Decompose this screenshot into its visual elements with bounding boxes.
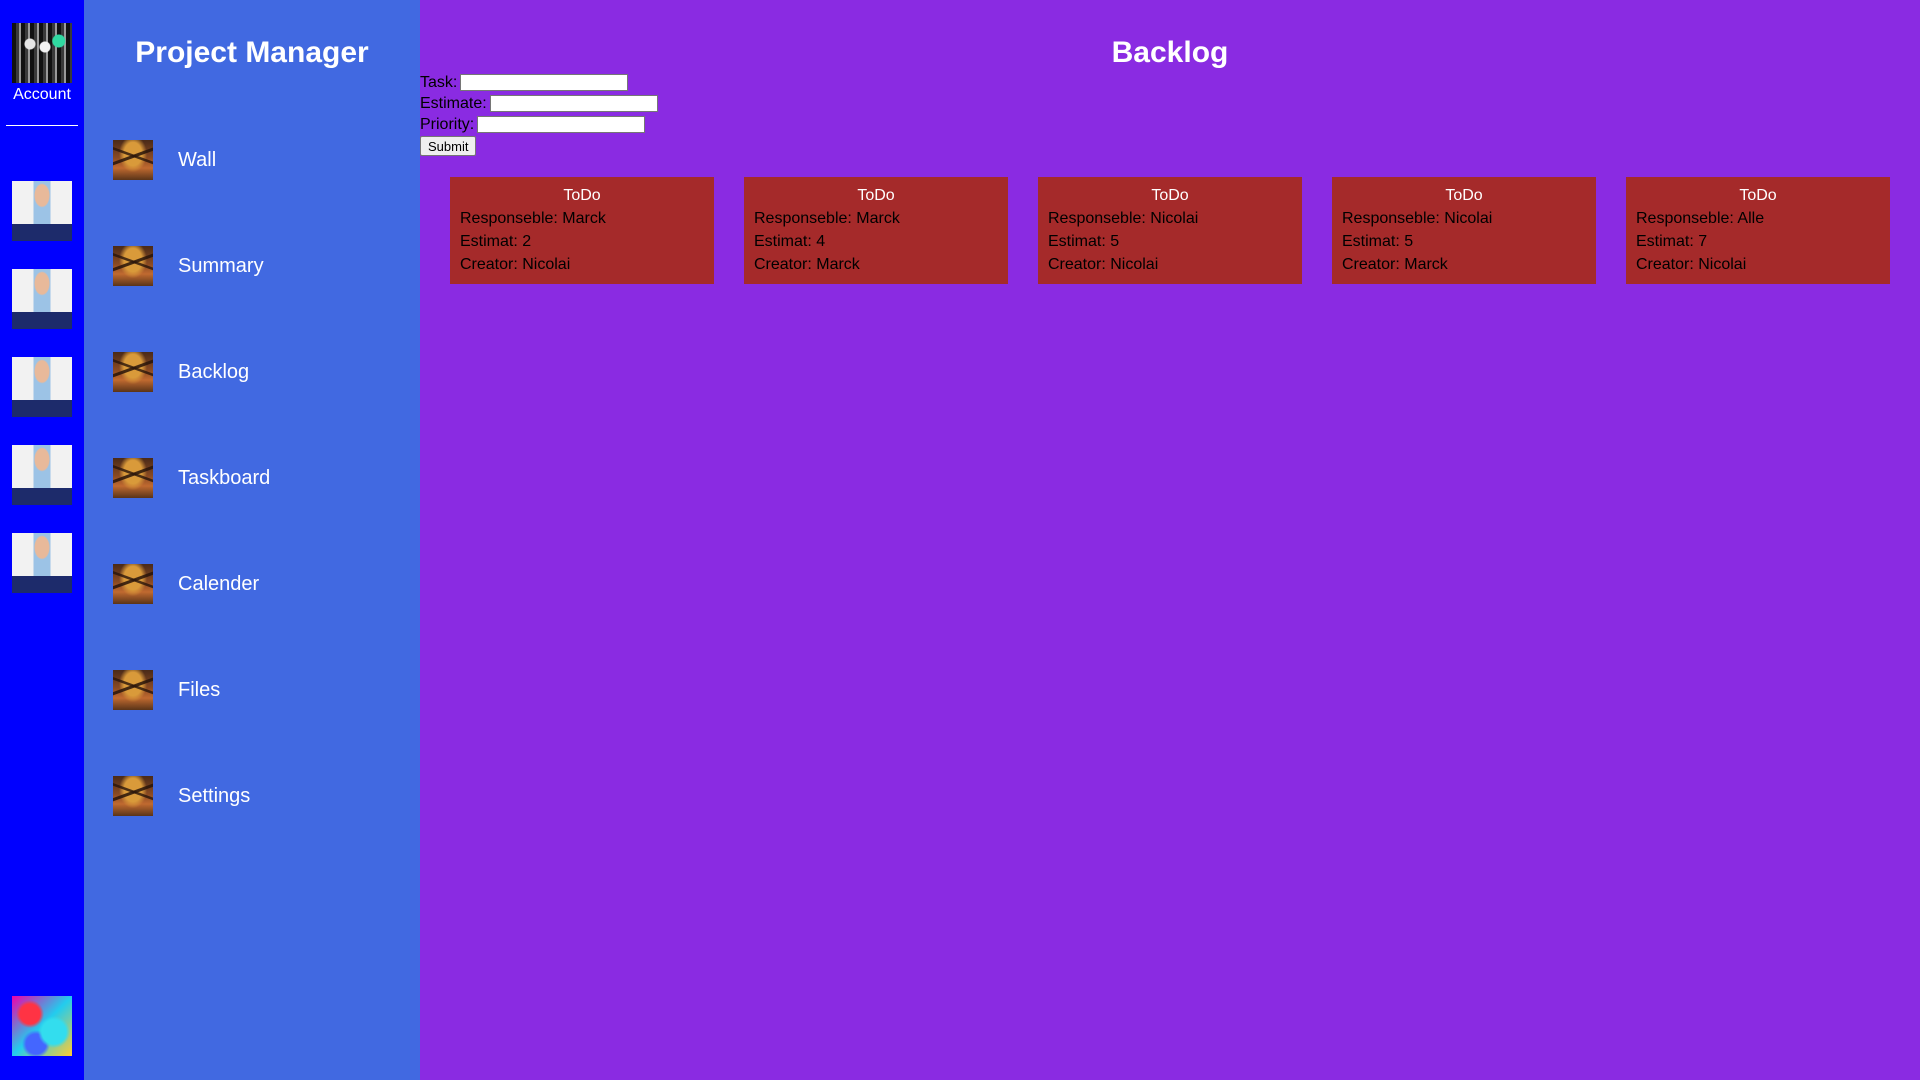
card-status: ToDo xyxy=(563,187,601,204)
priority-input[interactable] xyxy=(477,116,646,133)
autumn-tree-icon xyxy=(113,140,153,180)
card-responsible: Responseble: Marck xyxy=(754,210,900,227)
autumn-tree-icon xyxy=(113,670,153,710)
card-responsible: Responseble: Marck xyxy=(460,210,606,227)
add-task-form: Task: Estimate: Priority: Submit xyxy=(420,72,658,156)
card-creator: Creator: Marck xyxy=(754,256,860,273)
app-root: Account Project Manager Wall Summary Bac… xyxy=(0,0,1920,1080)
sidebar-item-label: Wall xyxy=(178,148,217,171)
team-member-avatar[interactable] xyxy=(12,181,72,241)
priority-label: Priority: xyxy=(420,115,475,133)
account-label[interactable]: Account xyxy=(0,86,84,104)
card-creator: Creator: Nicolai xyxy=(460,256,571,273)
sidebar-item-summary[interactable]: Summary xyxy=(113,246,264,286)
task-card[interactable]: ToDo Responseble: Alle Estimat: 7 Creato… xyxy=(1626,177,1890,284)
estimate-row: Estimate: xyxy=(420,93,658,114)
sidebar-item-settings[interactable]: Settings xyxy=(113,776,250,816)
sidebar: Project Manager Wall Summary Backlog Tas… xyxy=(84,0,420,1080)
task-card[interactable]: ToDo Responseble: Marck Estimat: 4 Creat… xyxy=(744,177,1008,284)
card-status: ToDo xyxy=(1445,187,1483,204)
project-image[interactable] xyxy=(12,996,72,1056)
card-responsible: Responseble: Alle xyxy=(1636,210,1765,227)
sidebar-item-label: Taskboard xyxy=(178,466,271,489)
priority-row: Priority: xyxy=(420,114,658,135)
main-content: Backlog Task: Estimate: Priority: Submit… xyxy=(420,0,1920,1080)
autumn-tree-icon xyxy=(113,776,153,816)
rail-divider xyxy=(6,125,78,126)
sidebar-item-label: Summary xyxy=(178,254,264,277)
card-status: ToDo xyxy=(1151,187,1189,204)
task-label: Task: xyxy=(420,73,458,91)
task-input[interactable] xyxy=(460,74,629,91)
page-title: Backlog xyxy=(1111,36,1229,69)
card-estimate: Estimat: 7 xyxy=(1636,233,1708,250)
autumn-tree-icon xyxy=(113,246,153,286)
estimate-label: Estimate: xyxy=(420,94,487,112)
card-responsible: Responseble: Nicolai xyxy=(1048,210,1199,227)
sidebar-item-label: Calender xyxy=(178,572,260,595)
autumn-tree-icon xyxy=(113,564,153,604)
sidebar-item-label: Backlog xyxy=(178,360,250,383)
card-estimate: Estimat: 5 xyxy=(1048,233,1120,250)
sidebar-item-taskboard[interactable]: Taskboard xyxy=(113,458,270,498)
sidebar-item-label: Settings xyxy=(178,784,251,807)
team-member-avatar[interactable] xyxy=(12,357,72,417)
card-status: ToDo xyxy=(1739,187,1777,204)
sidebar-item-label: Files xyxy=(178,678,221,701)
card-estimate: Estimat: 4 xyxy=(754,233,826,250)
sidebar-item-backlog[interactable]: Backlog xyxy=(113,352,249,392)
task-row: Task: xyxy=(420,72,658,93)
card-estimate: Estimat: 2 xyxy=(460,233,532,250)
task-card[interactable]: ToDo Responseble: Marck Estimat: 2 Creat… xyxy=(450,177,714,284)
card-creator: Creator: Marck xyxy=(1342,256,1448,273)
account-avatar[interactable] xyxy=(12,23,72,83)
task-card[interactable]: ToDo Responseble: Nicolai Estimat: 5 Cre… xyxy=(1332,177,1596,284)
submit-button[interactable]: Submit xyxy=(420,136,477,156)
account-rail: Account xyxy=(0,0,84,1080)
team-member-avatar[interactable] xyxy=(12,269,72,329)
estimate-input[interactable] xyxy=(489,95,658,112)
sidebar-item-files[interactable]: Files xyxy=(113,670,220,710)
card-status: ToDo xyxy=(857,187,895,204)
team-member-avatar[interactable] xyxy=(12,533,72,593)
team-member-avatar[interactable] xyxy=(12,445,72,505)
task-card[interactable]: ToDo Responseble: Nicolai Estimat: 5 Cre… xyxy=(1038,177,1302,284)
sidebar-item-calender[interactable]: Calender xyxy=(113,564,259,604)
card-creator: Creator: Nicolai xyxy=(1636,256,1747,273)
backlog-cards: ToDo Responseble: Marck Estimat: 2 Creat… xyxy=(450,177,1890,284)
autumn-tree-icon xyxy=(113,458,153,498)
sidebar-item-wall[interactable]: Wall xyxy=(113,140,216,180)
account-link[interactable]: Account xyxy=(0,23,84,104)
card-estimate: Estimat: 5 xyxy=(1342,233,1414,250)
card-creator: Creator: Nicolai xyxy=(1048,256,1159,273)
card-responsible: Responseble: Nicolai xyxy=(1342,210,1493,227)
autumn-tree-icon xyxy=(113,352,153,392)
app-title: Project Manager xyxy=(135,36,369,69)
